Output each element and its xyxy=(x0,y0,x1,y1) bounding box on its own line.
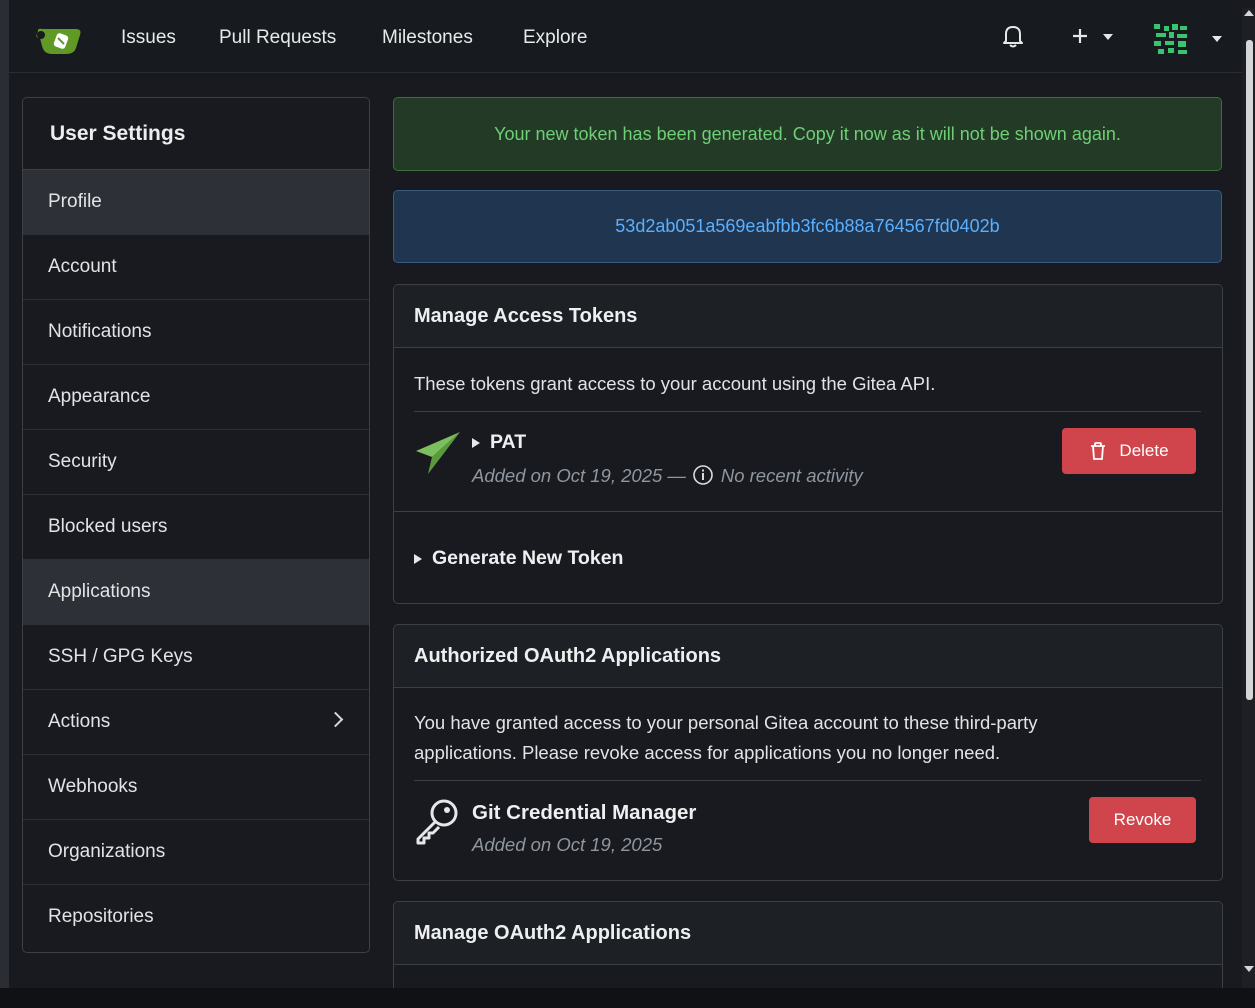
sidebar-item-notifications[interactable]: Notifications xyxy=(23,300,369,365)
access-tokens-panel: Manage Access Tokens These tokens grant … xyxy=(393,284,1223,604)
panel-description: You have granted access to your personal… xyxy=(414,708,1038,768)
delete-label: Delete xyxy=(1119,441,1169,460)
sidebar-item-label: Repositories xyxy=(48,906,154,927)
bottom-bar xyxy=(0,988,1255,1008)
token-value[interactable]: 53d2ab051a569eabfbb3fc6b88a764567fd0402b xyxy=(615,216,999,237)
sidebar-item-webhooks[interactable]: Webhooks xyxy=(23,755,369,820)
trash-icon xyxy=(1091,442,1106,460)
sidebar-item-appearance[interactable]: Appearance xyxy=(23,365,369,430)
sidebar-item-label: SSH / GPG Keys xyxy=(48,646,193,667)
sidebar-item-label: Profile xyxy=(48,191,102,212)
gitea-logo-icon[interactable] xyxy=(36,26,84,56)
sidebar-item-label: Actions xyxy=(48,711,111,732)
scroll-up-arrow-icon[interactable] xyxy=(1244,10,1254,16)
revoke-label: Revoke xyxy=(1113,810,1172,829)
divider xyxy=(414,780,1201,781)
scrollbar-thumb[interactable] xyxy=(1246,40,1253,700)
sidebar-item-label: Webhooks xyxy=(48,776,138,797)
sidebar-item-label: Notifications xyxy=(48,321,152,342)
window-edge xyxy=(0,0,9,1008)
sidebar-item-label: Security xyxy=(48,451,117,472)
sidebar-item-label: Organizations xyxy=(48,841,166,862)
nav-explore-link[interactable]: Explore xyxy=(523,27,587,49)
chevron-down-icon xyxy=(1212,36,1222,42)
panel-title: Manage Access Tokens xyxy=(394,285,1222,348)
notification-bell-icon[interactable] xyxy=(1002,24,1024,48)
sidebar-item-label: Appearance xyxy=(48,386,151,407)
delete-token-button[interactable]: Delete xyxy=(1062,428,1196,474)
user-menu-button[interactable] xyxy=(1152,22,1222,61)
sidebar-item-organizations[interactable]: Organizations xyxy=(23,820,369,885)
sidebar-item-label: Blocked users xyxy=(48,516,168,537)
sidebar-item-profile[interactable]: Profile xyxy=(23,170,369,235)
sidebar-item-label: Account xyxy=(48,256,117,277)
token-generated-alert: Your new token has been generated. Copy … xyxy=(393,97,1222,171)
panel-description: These tokens grant access to your accoun… xyxy=(414,373,936,394)
expand-triangle-icon xyxy=(472,437,480,448)
nav-milestones-link[interactable]: Milestones xyxy=(382,27,473,49)
panel-title: Manage OAuth2 Applications xyxy=(394,902,1222,965)
info-icon xyxy=(693,465,714,485)
sidebar-item-actions[interactable]: Actions xyxy=(23,690,369,755)
sidebar-item-account[interactable]: Account xyxy=(23,235,369,300)
description-line: You have granted access to your personal… xyxy=(414,712,1038,733)
sidebar-title: User Settings xyxy=(23,98,369,170)
plus-icon xyxy=(1073,29,1087,43)
chevron-down-icon xyxy=(1103,34,1113,40)
nav-pull-requests-link[interactable]: Pull Requests xyxy=(219,27,336,49)
scroll-down-arrow-icon[interactable] xyxy=(1244,966,1254,972)
key-icon xyxy=(416,799,458,845)
panel-title: Authorized OAuth2 Applications xyxy=(394,625,1222,688)
send-icon xyxy=(416,432,460,474)
description-line: applications. Please revoke access for a… xyxy=(414,742,1001,763)
sidebar-item-label: Applications xyxy=(48,581,151,602)
top-navbar: Issues Pull Requests Milestones Explore xyxy=(9,8,1242,73)
chevron-right-icon xyxy=(327,711,344,728)
sidebar-item-ssh-gpg-keys[interactable]: SSH / GPG Keys xyxy=(23,625,369,690)
generate-token-toggle[interactable]: Generate New Token xyxy=(414,547,623,570)
token-name: PAT xyxy=(490,431,527,453)
oauth-app-added-date: Added on Oct 19, 2025 xyxy=(472,834,663,855)
nav-issues-link[interactable]: Issues xyxy=(121,27,176,49)
avatar xyxy=(1154,24,1187,54)
sidebar-item-blocked-users[interactable]: Blocked users xyxy=(23,495,369,560)
create-menu-button[interactable] xyxy=(1070,26,1113,51)
oauth-app-name: Git Credential Manager xyxy=(472,801,697,824)
token-activity: No recent activity xyxy=(720,465,863,486)
divider xyxy=(414,411,1201,412)
divider xyxy=(394,511,1222,512)
revoke-button[interactable]: Revoke xyxy=(1089,797,1196,843)
token-added-date: Added on Oct 19, 2025 — xyxy=(472,465,686,486)
authorized-oauth-panel: Authorized OAuth2 Applications You have … xyxy=(393,624,1223,881)
settings-sidebar: User Settings Profile Account Notificati… xyxy=(22,97,370,953)
expand-triangle-icon xyxy=(414,553,422,564)
sidebar-item-repositories[interactable]: Repositories xyxy=(23,885,369,949)
sidebar-item-applications[interactable]: Applications xyxy=(23,560,369,625)
generate-token-label: Generate New Token xyxy=(432,547,624,569)
token-value-box[interactable]: 53d2ab051a569eabfbb3fc6b88a764567fd0402b xyxy=(393,190,1222,263)
token-meta: Added on Oct 19, 2025 — No recent activi… xyxy=(472,464,863,487)
alert-message: Your new token has been generated. Copy … xyxy=(494,123,1121,144)
token-item-toggle[interactable]: PAT xyxy=(472,431,526,454)
sidebar-item-security[interactable]: Security xyxy=(23,430,369,495)
